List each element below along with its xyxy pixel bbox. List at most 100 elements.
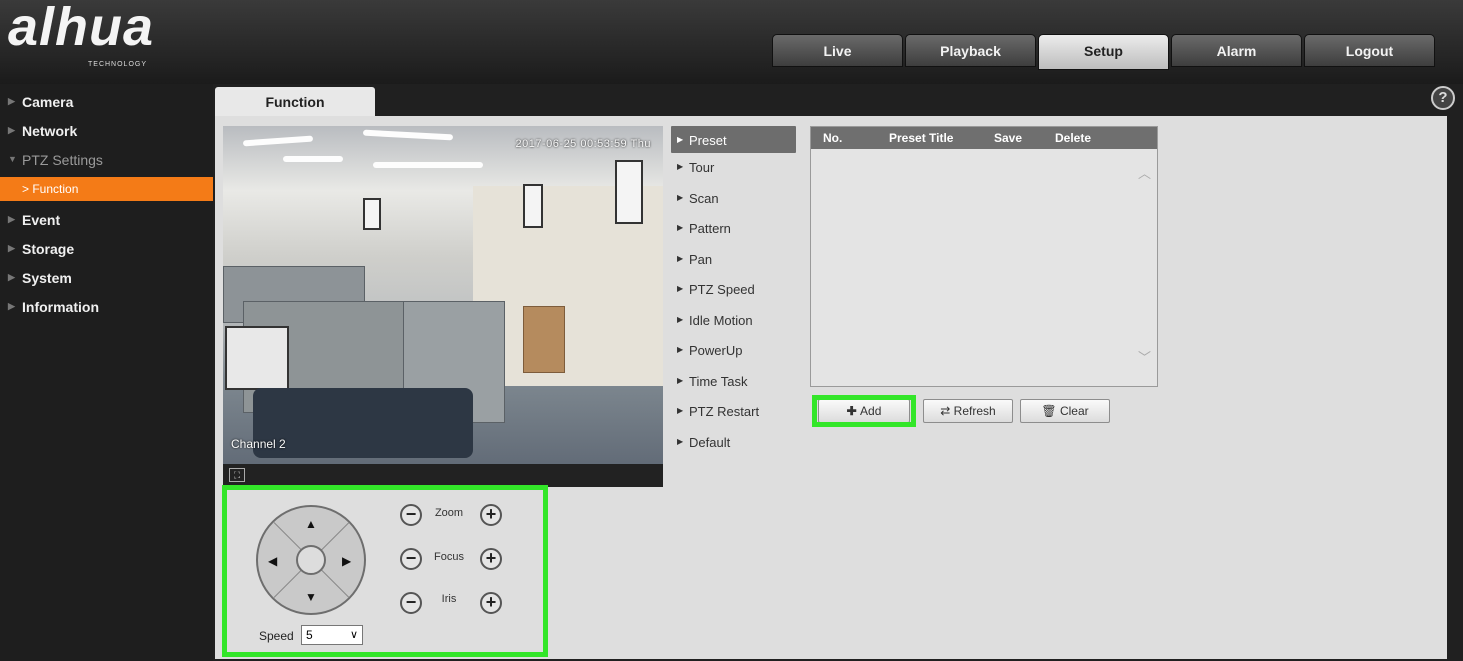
scroll-down-icon[interactable]: ﹀ <box>1138 347 1151 366</box>
chevron-right-icon: ▶ <box>8 125 15 135</box>
caret-right-icon: ▶ <box>677 436 684 446</box>
menu-item-default[interactable]: ▶ Default <box>671 428 796 459</box>
menu-item-tour[interactable]: ▶ Tour <box>671 153 796 184</box>
menu-item-scan[interactable]: ▶ Scan <box>671 184 796 215</box>
tab-setup[interactable]: Setup <box>1038 34 1169 70</box>
caret-right-icon: ▶ <box>677 223 684 232</box>
caret-right-icon: ▶ <box>677 162 684 171</box>
menu-item-pan[interactable]: ▶ Pan <box>671 245 796 276</box>
menu-item-idle-motion[interactable]: ▶ Idle Motion <box>671 306 796 337</box>
function-menu: ▶ Preset ▶ Tour ▶ Scan ▶ Pattern ▶ Pan ▶… <box>671 126 796 458</box>
function-panel: 2017-06-25 00:53:59 Thu Channel 2 ⛶ ▶ Pr… <box>215 116 1447 659</box>
refresh-icon: ⇄ <box>940 404 954 418</box>
menu-item-label: Scan <box>689 190 719 206</box>
sidebar-item-label: Information <box>22 299 99 315</box>
menu-item-label: PTZ Restart <box>689 404 760 419</box>
menu-item-label: Idle Motion <box>689 312 753 328</box>
ceiling-light <box>373 162 483 168</box>
wall-picture <box>615 160 643 224</box>
video-timestamp: 2017-06-25 00:53:59 Thu <box>515 138 651 150</box>
sofa <box>253 388 473 458</box>
chevron-right-icon: ▶ <box>8 96 15 106</box>
ceiling-light <box>362 129 454 141</box>
logo-tagline: TECHNOLOGY <box>88 61 148 68</box>
menu-item-label: Pattern <box>689 221 731 236</box>
sidebar: ▶ Camera ▶ Network ▼ PTZ Settings > Func… <box>0 84 213 661</box>
sidebar-item-system[interactable]: ▶ System <box>0 266 213 292</box>
video-channel-label: Channel 2 <box>231 437 286 451</box>
menu-item-label: Tour <box>689 160 715 175</box>
chevron-right-icon: ▶ <box>8 272 15 282</box>
chevron-right-icon: ▶ <box>8 243 15 253</box>
preset-table-header: No. Preset Title Save Delete <box>811 127 1157 149</box>
tab-alarm[interactable]: Alarm <box>1171 34 1302 67</box>
sidebar-item-function[interactable]: > Function <box>0 177 213 201</box>
menu-item-ptz-restart[interactable]: ▶ PTZ Restart <box>671 397 796 428</box>
sidebar-item-storage[interactable]: ▶ Storage <box>0 237 213 263</box>
caret-right-icon: ▶ <box>677 253 684 263</box>
clear-button-label: Clear <box>1059 404 1089 418</box>
logo-text: alhua <box>8 0 155 57</box>
menu-item-label: PowerUp <box>689 343 743 358</box>
sidebar-item-label: > Function <box>22 182 79 196</box>
sidebar-item-label: Network <box>22 123 78 139</box>
menu-item-label: Preset <box>689 133 727 148</box>
menu-item-label: Time Task <box>689 373 748 389</box>
sidebar-item-network[interactable]: ▶ Network <box>0 119 213 145</box>
chevron-down-icon: ▼ <box>8 154 17 164</box>
brand-logo: alhua TECHNOLOGY <box>8 0 208 70</box>
column-header-delete: Delete <box>1055 131 1092 145</box>
caret-right-icon: ▶ <box>677 284 684 293</box>
menu-item-preset[interactable]: ▶ Preset <box>671 126 796 153</box>
preset-table: No. Preset Title Save Delete ︿ ﹀ <box>810 126 1158 387</box>
ceiling-light <box>283 156 343 162</box>
menu-item-label: Pan <box>689 251 713 267</box>
menu-item-time-task[interactable]: ▶ Time Task <box>671 367 796 398</box>
tab-playback[interactable]: Playback <box>905 34 1036 67</box>
menu-item-ptz-speed[interactable]: ▶ PTZ Speed <box>671 275 796 306</box>
menu-item-pattern[interactable]: ▶ Pattern <box>671 214 796 245</box>
caret-right-icon: ▶ <box>677 314 684 324</box>
chevron-right-icon: ▶ <box>8 301 15 311</box>
top-header: alhua TECHNOLOGY Live Playback Setup Ala… <box>0 0 1463 84</box>
sidebar-item-label: Event <box>22 212 61 228</box>
sidebar-item-label: System <box>22 270 72 286</box>
trash-icon: 🗑 <box>1041 404 1060 418</box>
refresh-button[interactable]: ⇄ Refresh <box>923 399 1013 423</box>
caret-right-icon: ▶ <box>677 192 684 202</box>
sidebar-item-information[interactable]: ▶ Information <box>0 295 213 321</box>
column-header-save: Save <box>994 131 1023 145</box>
sidebar-item-event[interactable]: ▶ Event <box>0 208 213 234</box>
refresh-button-label: Refresh <box>953 404 996 418</box>
wall-picture <box>225 326 289 390</box>
menu-item-label: PTZ Speed <box>689 282 755 297</box>
clear-button[interactable]: 🗑 Clear <box>1020 399 1110 423</box>
help-icon[interactable]: ? <box>1431 86 1455 110</box>
tab-logout[interactable]: Logout <box>1304 34 1435 67</box>
sidebar-item-camera[interactable]: ▶ Camera <box>0 90 213 116</box>
column-header-preset-title: Preset Title <box>889 131 954 145</box>
main-content: Function ? 2017-06-25 00:53:59 Thu Chann… <box>213 84 1463 661</box>
fullscreen-icon[interactable]: ⛶ <box>229 468 245 482</box>
tab-function[interactable]: Function <box>215 87 375 117</box>
caret-right-icon: ▶ <box>677 345 684 354</box>
sidebar-item-label: Storage <box>22 241 75 257</box>
sidebar-item-label: PTZ Settings <box>22 152 103 168</box>
add-button-highlight <box>812 395 916 427</box>
ptz-panel-highlight <box>222 485 548 657</box>
chevron-right-icon: ▶ <box>8 214 15 224</box>
caret-right-icon: ▶ <box>677 406 684 415</box>
sidebar-item-label: Camera <box>22 94 74 110</box>
sidebar-item-ptz-settings[interactable]: ▼ PTZ Settings <box>0 148 213 174</box>
scroll-up-icon[interactable]: ︿ <box>1138 163 1151 182</box>
caret-right-icon: ▶ <box>677 135 684 144</box>
caret-right-icon: ▶ <box>677 375 684 385</box>
wall-picture <box>363 198 381 230</box>
ceiling-light <box>242 135 314 147</box>
cardboard-box <box>523 306 565 373</box>
live-video-view: 2017-06-25 00:53:59 Thu Channel 2 <box>223 126 663 487</box>
video-toolbar: ⛶ <box>223 464 663 487</box>
menu-item-powerup[interactable]: ▶ PowerUp <box>671 336 796 367</box>
column-header-no: No. <box>823 131 843 145</box>
tab-live[interactable]: Live <box>772 34 903 67</box>
